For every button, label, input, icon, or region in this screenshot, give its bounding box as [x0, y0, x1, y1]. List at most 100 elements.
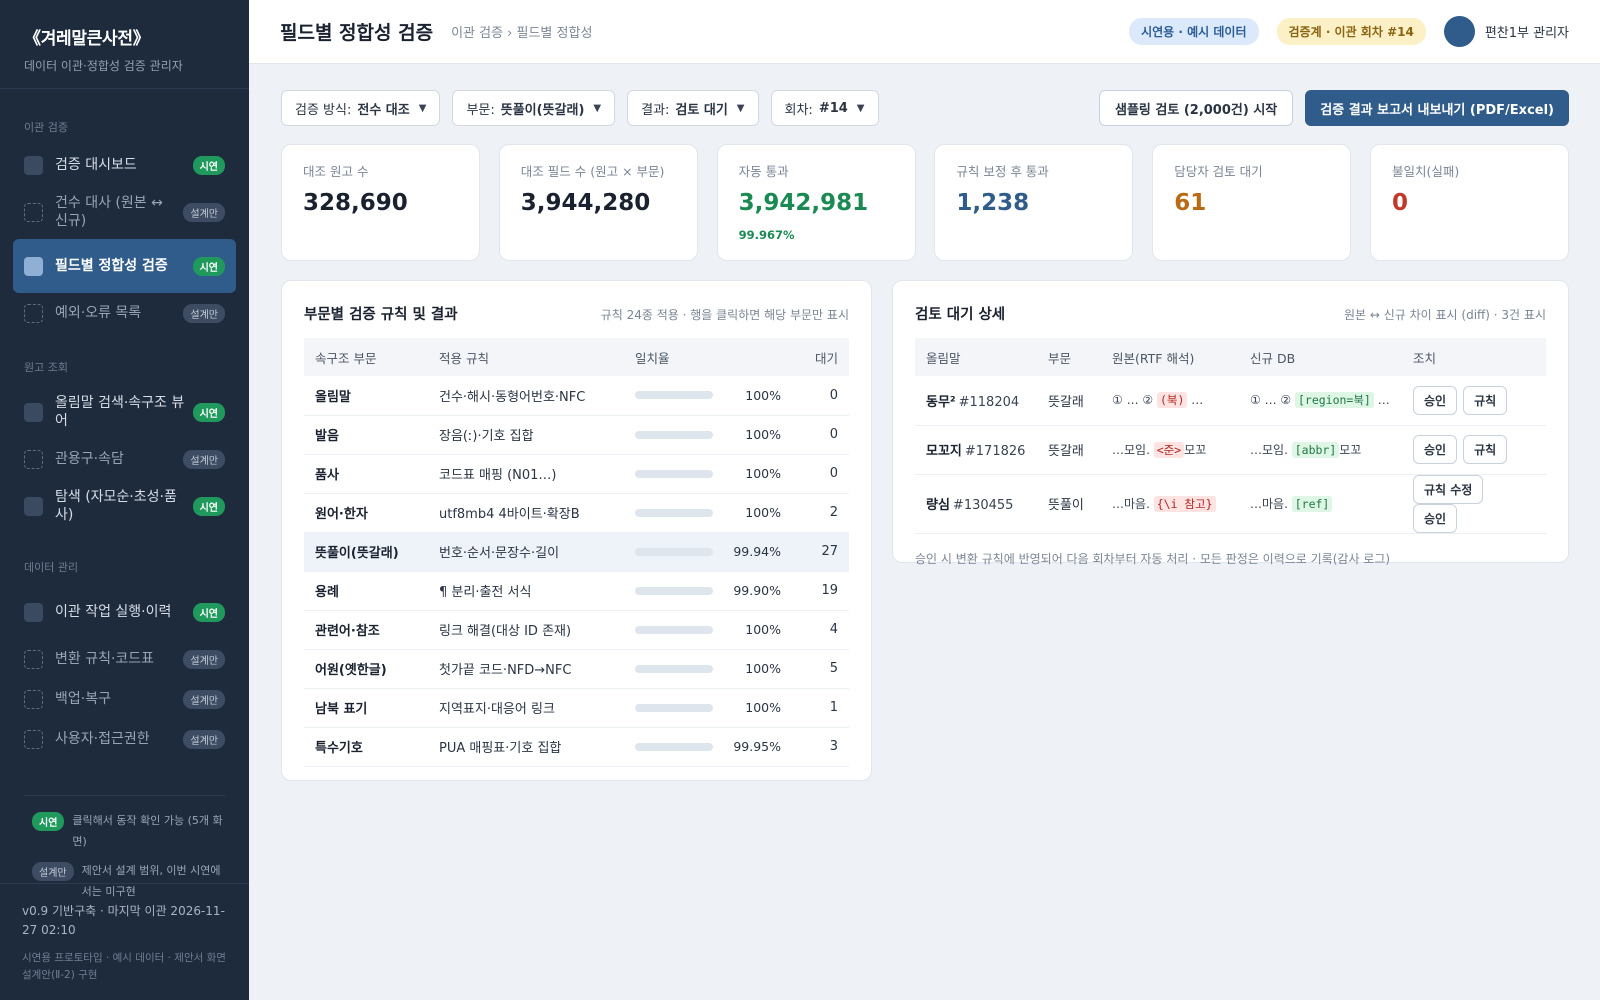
action-button[interactable]: 승인: [1413, 385, 1458, 415]
stat-value: 1,238: [956, 190, 1030, 216]
action-button[interactable]: 규칙: [1463, 435, 1508, 464]
rules-panel: 부문별 검증 규칙 및 결과 규칙 24종 적용 · 행을 클릭하면 해당 부문…: [281, 280, 872, 781]
original-suffix: 모꼬: [1184, 443, 1207, 457]
export-report-button[interactable]: 검증 결과 보고서 내보내기 (PDF/Excel): [1305, 90, 1569, 126]
stat-card-review-pending: 담당자 검토 대기 61: [1152, 144, 1352, 261]
demo-badge: 시연: [192, 256, 225, 276]
match-rate-cell: 99.95%: [624, 727, 792, 767]
match-rate-bar: [635, 508, 713, 517]
sidebar-item-access[interactable]: 사용자·접근권한 설계만: [13, 719, 236, 759]
sidebar-item-dashboard[interactable]: 검증 대시보드 시연: [13, 145, 236, 185]
review-detail-body: 동무² #118204 뜻갈래 ① … ② (북) … ① … ② [region=북]…: [915, 376, 1546, 534]
match-rate-cell: 100%: [624, 610, 792, 650]
new-prefix: ① … ②: [1250, 393, 1295, 408]
result-select-value: 검토 대기: [675, 102, 728, 118]
new-prefix: …마음.: [1250, 497, 1292, 511]
filter-bar: 검증 방식: 전수 대조 ▼ 부문: 뜻풀이(뜻갈래) ▼ 결과: 검토 대기 …: [281, 90, 1569, 126]
sidebar-item-idioms[interactable]: 관용구·속담 설계만: [13, 439, 236, 479]
detail-panel-footer: 승인 시 변환 규칙에 반영되어 다음 회차부터 자동 처리 · 모든 판정은 …: [915, 551, 1391, 566]
design-badge: 설계만: [183, 202, 225, 222]
original-diff: …모임. <준> 모꼬: [1101, 425, 1239, 475]
table-row[interactable]: 올림말 건수·해시·동형어번호·NFC 100% 0: [304, 376, 849, 416]
brand: 《겨레말큰사전》 데이터 이관·정합성 검증 관리자: [0, 0, 249, 89]
sidebar-item-field-validation[interactable]: 필드별 정합성 검증 시연: [13, 239, 236, 293]
original-suffix: …: [1187, 393, 1204, 408]
rule-section: 용례: [304, 571, 428, 611]
method-select[interactable]: 검증 방식: 전수 대조 ▼: [281, 90, 441, 126]
stat-card-auto-pass: 자동 통과 3,942,981 99.967%: [716, 144, 916, 261]
rule-section: 뜻풀이(뜻갈래): [304, 532, 428, 572]
match-rate-bar: [635, 469, 713, 478]
table-row[interactable]: 어원(옛한글) 첫가끝 코드·NFD→NFC 100% 5: [304, 649, 849, 689]
match-rate-cell: 100%: [624, 454, 792, 494]
rules-table-body: 올림말 건수·해시·동형어번호·NFC 100% 0 발음 장음(ː)·기호 집합 100%…: [304, 376, 849, 767]
match-rate-label: 99.94%: [733, 544, 781, 559]
user-name[interactable]: 편찬1부 관리자: [1485, 22, 1569, 41]
match-rate-bar: [635, 742, 713, 751]
match-rate-label: 100%: [745, 700, 781, 715]
sidebar-item-count-reconcile[interactable]: 건수 대사 (원본 ↔ 신규) 설계만: [13, 185, 236, 239]
table-row[interactable]: 동무² #118204 뜻갈래 ① … ② (북) … ① … ② [region=북]…: [915, 376, 1546, 426]
prototype-note: 시연용 프로토타입 · 예시 데이터 · 제안서 화면 설계안(Ⅱ-2) 구현: [22, 952, 226, 981]
chevron-down-icon: ▼: [856, 102, 865, 114]
section-select[interactable]: 부문: 뜻풀이(뜻갈래) ▼: [452, 90, 616, 126]
sidebar-item-headword-search[interactable]: 올림말 검색·속구조 뷰어 시연: [13, 385, 236, 439]
sidebar-item-label: 필드별 정합성 검증: [55, 258, 168, 274]
pending-count: 4: [792, 610, 849, 650]
result-select[interactable]: 결과: 검토 대기 ▼: [627, 90, 759, 126]
start-sampling-button[interactable]: 샘플링 검토 (2,000건) 시작: [1098, 90, 1294, 126]
table-row[interactable]: 남북 표기 지역표지·대응어 링크 100% 1: [304, 688, 849, 728]
pending-count: 0: [792, 376, 849, 416]
breadcrumb: 이관 검증 › 필드별 정합성: [451, 26, 593, 41]
match-rate-label: 100%: [745, 427, 781, 442]
stat-label: 불일치(실패): [1391, 164, 1460, 179]
round-select[interactable]: 회차: #14 ▼: [770, 90, 879, 126]
rule-text: PUA 매핑표·기호 집합: [428, 727, 624, 767]
avatar[interactable]: [1443, 16, 1475, 47]
table-row[interactable]: 뜻풀이(뜻갈래) 번호·순서·문장수·길이 99.94% 27: [304, 532, 849, 572]
design-badge: 설계만: [183, 449, 225, 469]
section-cell: 뜻풀이: [1037, 474, 1101, 534]
table-row[interactable]: 발음 장음(ː)·기호 집합 100% 0: [304, 415, 849, 455]
action-button[interactable]: 승인: [1413, 435, 1458, 464]
sidebar-item-rules[interactable]: 변환 규칙·코드표 설계만: [13, 639, 236, 679]
action-button[interactable]: 규칙: [1463, 385, 1508, 415]
detail-panel-title: 검토 대기 상세: [915, 307, 1006, 323]
rule-text: 건수·해시·동형어번호·NFC: [428, 376, 624, 416]
column-header: 부문: [1048, 350, 1072, 366]
action-button[interactable]: 규칙 수정: [1413, 474, 1484, 504]
table-row[interactable]: 품사 코드표 매핑 (N01…) 100% 0: [304, 454, 849, 494]
action-cell: 승인 규칙: [1402, 376, 1546, 426]
table-row[interactable]: 량심 #130455 뜻풀이 …마음. {\i 참고} …마음. [ref] 규칙 수정승…: [915, 474, 1546, 534]
rule-section: 품사: [304, 454, 428, 494]
new-suffix: 모꼬: [1339, 443, 1362, 457]
stat-value: 0: [1391, 190, 1408, 216]
sidebar-item-browse[interactable]: 탐색 (자모순·초성·품사) 시연: [13, 479, 236, 533]
rule-text: 코드표 매핑 (N01…): [428, 454, 624, 494]
pending-count: 1: [792, 688, 849, 728]
headword: 모꼬지: [926, 444, 962, 459]
table-row[interactable]: 특수기호 PUA 매핑표·기호 집합 99.95% 3: [304, 727, 849, 767]
match-rate-bar: [635, 664, 713, 673]
column-header: 적용 규칙: [439, 350, 489, 366]
table-row[interactable]: 모꼬지 #171826 뜻갈래 …모임. <준> 모꼬 …모임. [abbr] 모꼬 승인 규칙: [915, 425, 1546, 475]
pending-count: 3: [792, 727, 849, 767]
stat-label: 규칙 보정 후 통과: [956, 164, 1049, 179]
table-row[interactable]: 용례 ¶ 분리·출전 서식 99.90% 19: [304, 571, 849, 611]
table-row[interactable]: 원어·한자 utf8mb4 4바이트·확장B 100% 2: [304, 493, 849, 533]
pending-count: 27: [792, 532, 849, 572]
stat-pass-rate: 99.967%: [738, 228, 795, 242]
sidebar-item-exceptions[interactable]: 예외·오류 목록 설계만: [13, 293, 236, 333]
match-rate-cell: 100%: [624, 415, 792, 455]
action-button[interactable]: 승인: [1413, 503, 1458, 533]
pending-count: 0: [792, 454, 849, 494]
design-badge: 설계만: [183, 303, 225, 323]
pending-count: 2: [792, 493, 849, 533]
method-select-label: 검증 방식:: [295, 102, 352, 118]
sidebar-item-migration-runs[interactable]: 이관 작업 실행·이력 시연: [13, 585, 236, 639]
rule-section: 올림말: [304, 376, 428, 416]
table-row[interactable]: 관련어·참조 링크 해결(대상 ID 존재) 100% 4: [304, 610, 849, 650]
round-select-value: #14: [818, 100, 848, 116]
sidebar-item-backup[interactable]: 백업·복구 설계만: [13, 679, 236, 719]
new-prefix: …모임.: [1250, 443, 1292, 457]
